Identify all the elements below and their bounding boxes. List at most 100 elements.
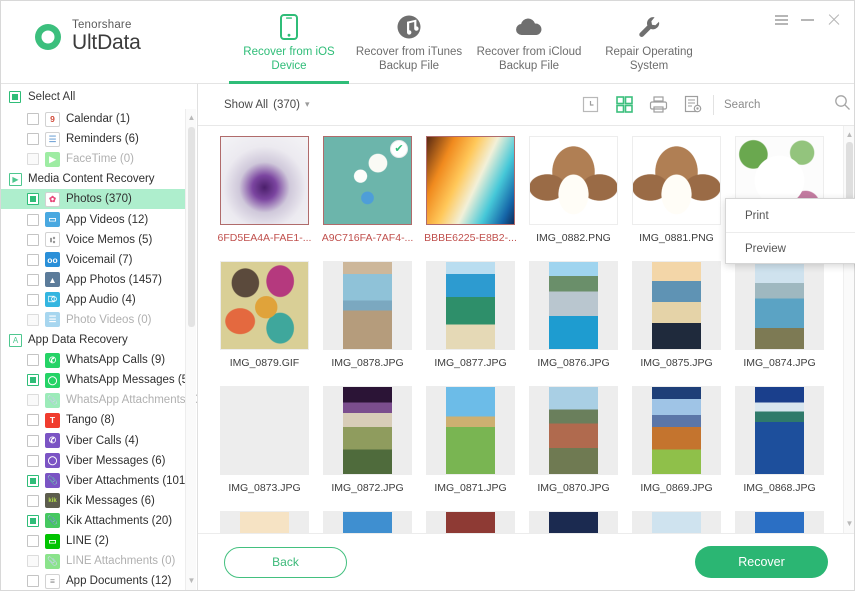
context-menu-item-print[interactable]: Print bbox=[726, 199, 855, 232]
close-icon[interactable] bbox=[827, 13, 840, 26]
thumbnail-image[interactable]: ✔ bbox=[323, 136, 412, 225]
thumbnail-image[interactable] bbox=[529, 386, 618, 475]
sidebar-item-reminders[interactable]: ☰ Reminders (6) bbox=[1, 129, 185, 149]
print-icon[interactable] bbox=[648, 94, 669, 115]
thumbnail-item[interactable]: IMG_0875.JPG bbox=[625, 261, 728, 386]
sidebar-item-viber-messages[interactable]: ◯ Viber Messages (6) bbox=[1, 451, 185, 471]
sidebar-item-line-attachments[interactable]: 📎 LINE Attachments (0) bbox=[1, 551, 185, 571]
selected-check-icon[interactable]: ✔ bbox=[390, 140, 408, 158]
checkbox[interactable] bbox=[27, 273, 39, 286]
sidebar-item-kik-attachments[interactable]: 📎 Kik Attachments (20) bbox=[1, 511, 185, 531]
sidebar-item-app-audio[interactable]: ⎄ App Audio (4) bbox=[1, 290, 185, 310]
checkbox[interactable] bbox=[27, 535, 39, 548]
checkbox[interactable] bbox=[27, 514, 39, 527]
search-input[interactable] bbox=[724, 98, 804, 111]
thumbnail-image[interactable] bbox=[632, 386, 721, 475]
sidebar-scrollbar-thumb[interactable] bbox=[188, 127, 195, 327]
thumbnail-item[interactable]: IMG_0870.JPG bbox=[522, 386, 625, 511]
thumbnail-item[interactable]: IMG_0882.PNG bbox=[522, 136, 625, 261]
sidebar-item-whatsapp-messages[interactable]: ◯ WhatsApp Messages (5) bbox=[1, 370, 192, 390]
thumbnail-item[interactable]: IMG_0879.GIF bbox=[213, 261, 316, 386]
thumbnail-item[interactable]: 6FD5EA4A-FAE1-... bbox=[213, 136, 316, 261]
thumbnail-item[interactable]: BBBE6225-E8B2-... bbox=[419, 136, 522, 261]
checkbox[interactable] bbox=[27, 555, 39, 568]
scroll-up-icon[interactable]: ▲ bbox=[186, 111, 197, 125]
checkbox[interactable] bbox=[27, 233, 39, 246]
checkbox[interactable] bbox=[27, 313, 39, 326]
minimize-icon[interactable] bbox=[801, 13, 814, 26]
back-button[interactable]: Back bbox=[224, 546, 347, 578]
checkbox[interactable] bbox=[27, 575, 39, 588]
checkbox[interactable] bbox=[27, 253, 39, 266]
thumbnail-image[interactable] bbox=[220, 136, 309, 225]
sidebar-item-app-photos[interactable]: ▲ App Photos (1457) bbox=[1, 270, 185, 290]
thumbnail-item[interactable]: IMG_0873.JPG bbox=[213, 386, 316, 511]
select-all-row[interactable]: Select All bbox=[1, 84, 197, 109]
checkbox[interactable] bbox=[27, 354, 39, 367]
sidebar-item-facetime[interactable]: ▶ FaceTime (0) bbox=[1, 149, 185, 169]
search-box[interactable] bbox=[724, 94, 850, 116]
checkbox[interactable] bbox=[27, 474, 39, 487]
thumbnail-image[interactable] bbox=[323, 261, 412, 350]
thumbnail-image[interactable] bbox=[426, 261, 515, 350]
checkbox[interactable] bbox=[27, 293, 39, 306]
thumbnail-image[interactable] bbox=[426, 136, 515, 225]
tab-recover-from-itunes-backup[interactable]: Recover from iTunes Backup File bbox=[349, 1, 469, 84]
thumbnail-item[interactable] bbox=[522, 511, 625, 533]
grid-scroll-up-icon[interactable]: ▲ bbox=[844, 128, 854, 142]
sidebar-item-kik-messages[interactable]: kik Kik Messages (6) bbox=[1, 491, 185, 511]
sidebar-item-whatsapp-attachments[interactable]: 📎 WhatsApp Attachments (0) bbox=[1, 390, 197, 410]
sidebar-item-viber-attachments[interactable]: 📎 Viber Attachments (101) bbox=[1, 471, 189, 491]
thumbnail-item[interactable]: ✔ A9C716FA-7AF4-... bbox=[316, 136, 419, 261]
checkbox[interactable] bbox=[27, 374, 39, 387]
checkbox[interactable] bbox=[27, 213, 39, 226]
thumbnail-item[interactable]: IMG_0871.JPG bbox=[419, 386, 522, 511]
grid-scrollbar[interactable]: ▲ ▼ bbox=[843, 126, 854, 533]
sidebar-item-photo-videos[interactable]: ☰ Photo Videos (0) bbox=[1, 310, 185, 330]
thumbnail-item[interactable]: IMG_0881.PNG bbox=[625, 136, 728, 261]
thumbnail-image[interactable] bbox=[735, 261, 824, 350]
sidebar-item-calendar[interactable]: 9 Calendar (1) bbox=[1, 109, 185, 129]
grid-view-icon[interactable] bbox=[614, 94, 635, 115]
tab-recover-from-icloud-backup[interactable]: Recover from iCloud Backup File bbox=[469, 1, 589, 84]
thumbnail-item[interactable]: IMG_0876.JPG bbox=[522, 261, 625, 386]
thumbnail-item[interactable]: IMG_0878.JPG bbox=[316, 261, 419, 386]
thumbnail-image[interactable] bbox=[323, 511, 412, 533]
checkbox[interactable] bbox=[27, 494, 39, 507]
checkbox[interactable] bbox=[27, 133, 39, 146]
thumbnail-image[interactable] bbox=[632, 136, 721, 225]
thumbnail-image[interactable] bbox=[220, 511, 309, 533]
media-group-icon[interactable]: ▶ bbox=[9, 172, 22, 186]
thumbnail-image[interactable] bbox=[735, 386, 824, 475]
sidebar-item-app-documents[interactable]: ≡ App Documents (12) bbox=[1, 571, 185, 590]
thumbnail-image[interactable] bbox=[426, 511, 515, 533]
sidebar-item-app-data-recovery[interactable]: A App Data Recovery bbox=[1, 330, 185, 350]
thumbnail-image[interactable] bbox=[529, 136, 618, 225]
sidebar-item-media-content-recovery[interactable]: ▶ Media Content Recovery bbox=[1, 169, 185, 189]
select-all-checkbox[interactable] bbox=[9, 91, 21, 103]
thumbnail-image[interactable] bbox=[529, 261, 618, 350]
thumbnail-item[interactable]: IMG_0874.JPG bbox=[728, 261, 831, 386]
thumbnail-image[interactable] bbox=[632, 261, 721, 350]
appdata-group-icon[interactable]: A bbox=[9, 333, 22, 347]
thumbnail-item[interactable] bbox=[419, 511, 522, 533]
thumbnail-item[interactable] bbox=[728, 511, 831, 533]
thumbnail-image[interactable] bbox=[426, 386, 515, 475]
thumbnail-image[interactable] bbox=[323, 386, 412, 475]
checkbox[interactable] bbox=[27, 193, 39, 206]
export-settings-icon[interactable] bbox=[682, 94, 703, 115]
grid-scroll-down-icon[interactable]: ▼ bbox=[844, 517, 854, 531]
tab-repair-operating-system[interactable]: Repair Operating System bbox=[589, 1, 709, 84]
thumbnail-image[interactable] bbox=[735, 511, 824, 533]
tab-recover-from-ios-device[interactable]: Recover from iOS Device bbox=[229, 1, 349, 84]
sidebar-item-app-videos[interactable]: ▭ App Videos (12) bbox=[1, 209, 185, 229]
sidebar-item-line[interactable]: ▭ LINE (2) bbox=[1, 531, 185, 551]
thumbnail-item[interactable] bbox=[625, 511, 728, 533]
context-menu-item-preview[interactable]: Preview bbox=[726, 232, 855, 265]
thumbnail-item[interactable]: IMG_0869.JPG bbox=[625, 386, 728, 511]
thumbnail-item[interactable]: IMG_0877.JPG bbox=[419, 261, 522, 386]
sidebar-item-whatsapp-calls[interactable]: ✆ WhatsApp Calls (9) bbox=[1, 350, 185, 370]
thumbnail-item[interactable]: IMG_0872.JPG bbox=[316, 386, 419, 511]
checkbox[interactable] bbox=[27, 153, 39, 166]
sidebar-item-voicemail[interactable]: oo Voicemail (7) bbox=[1, 250, 185, 270]
